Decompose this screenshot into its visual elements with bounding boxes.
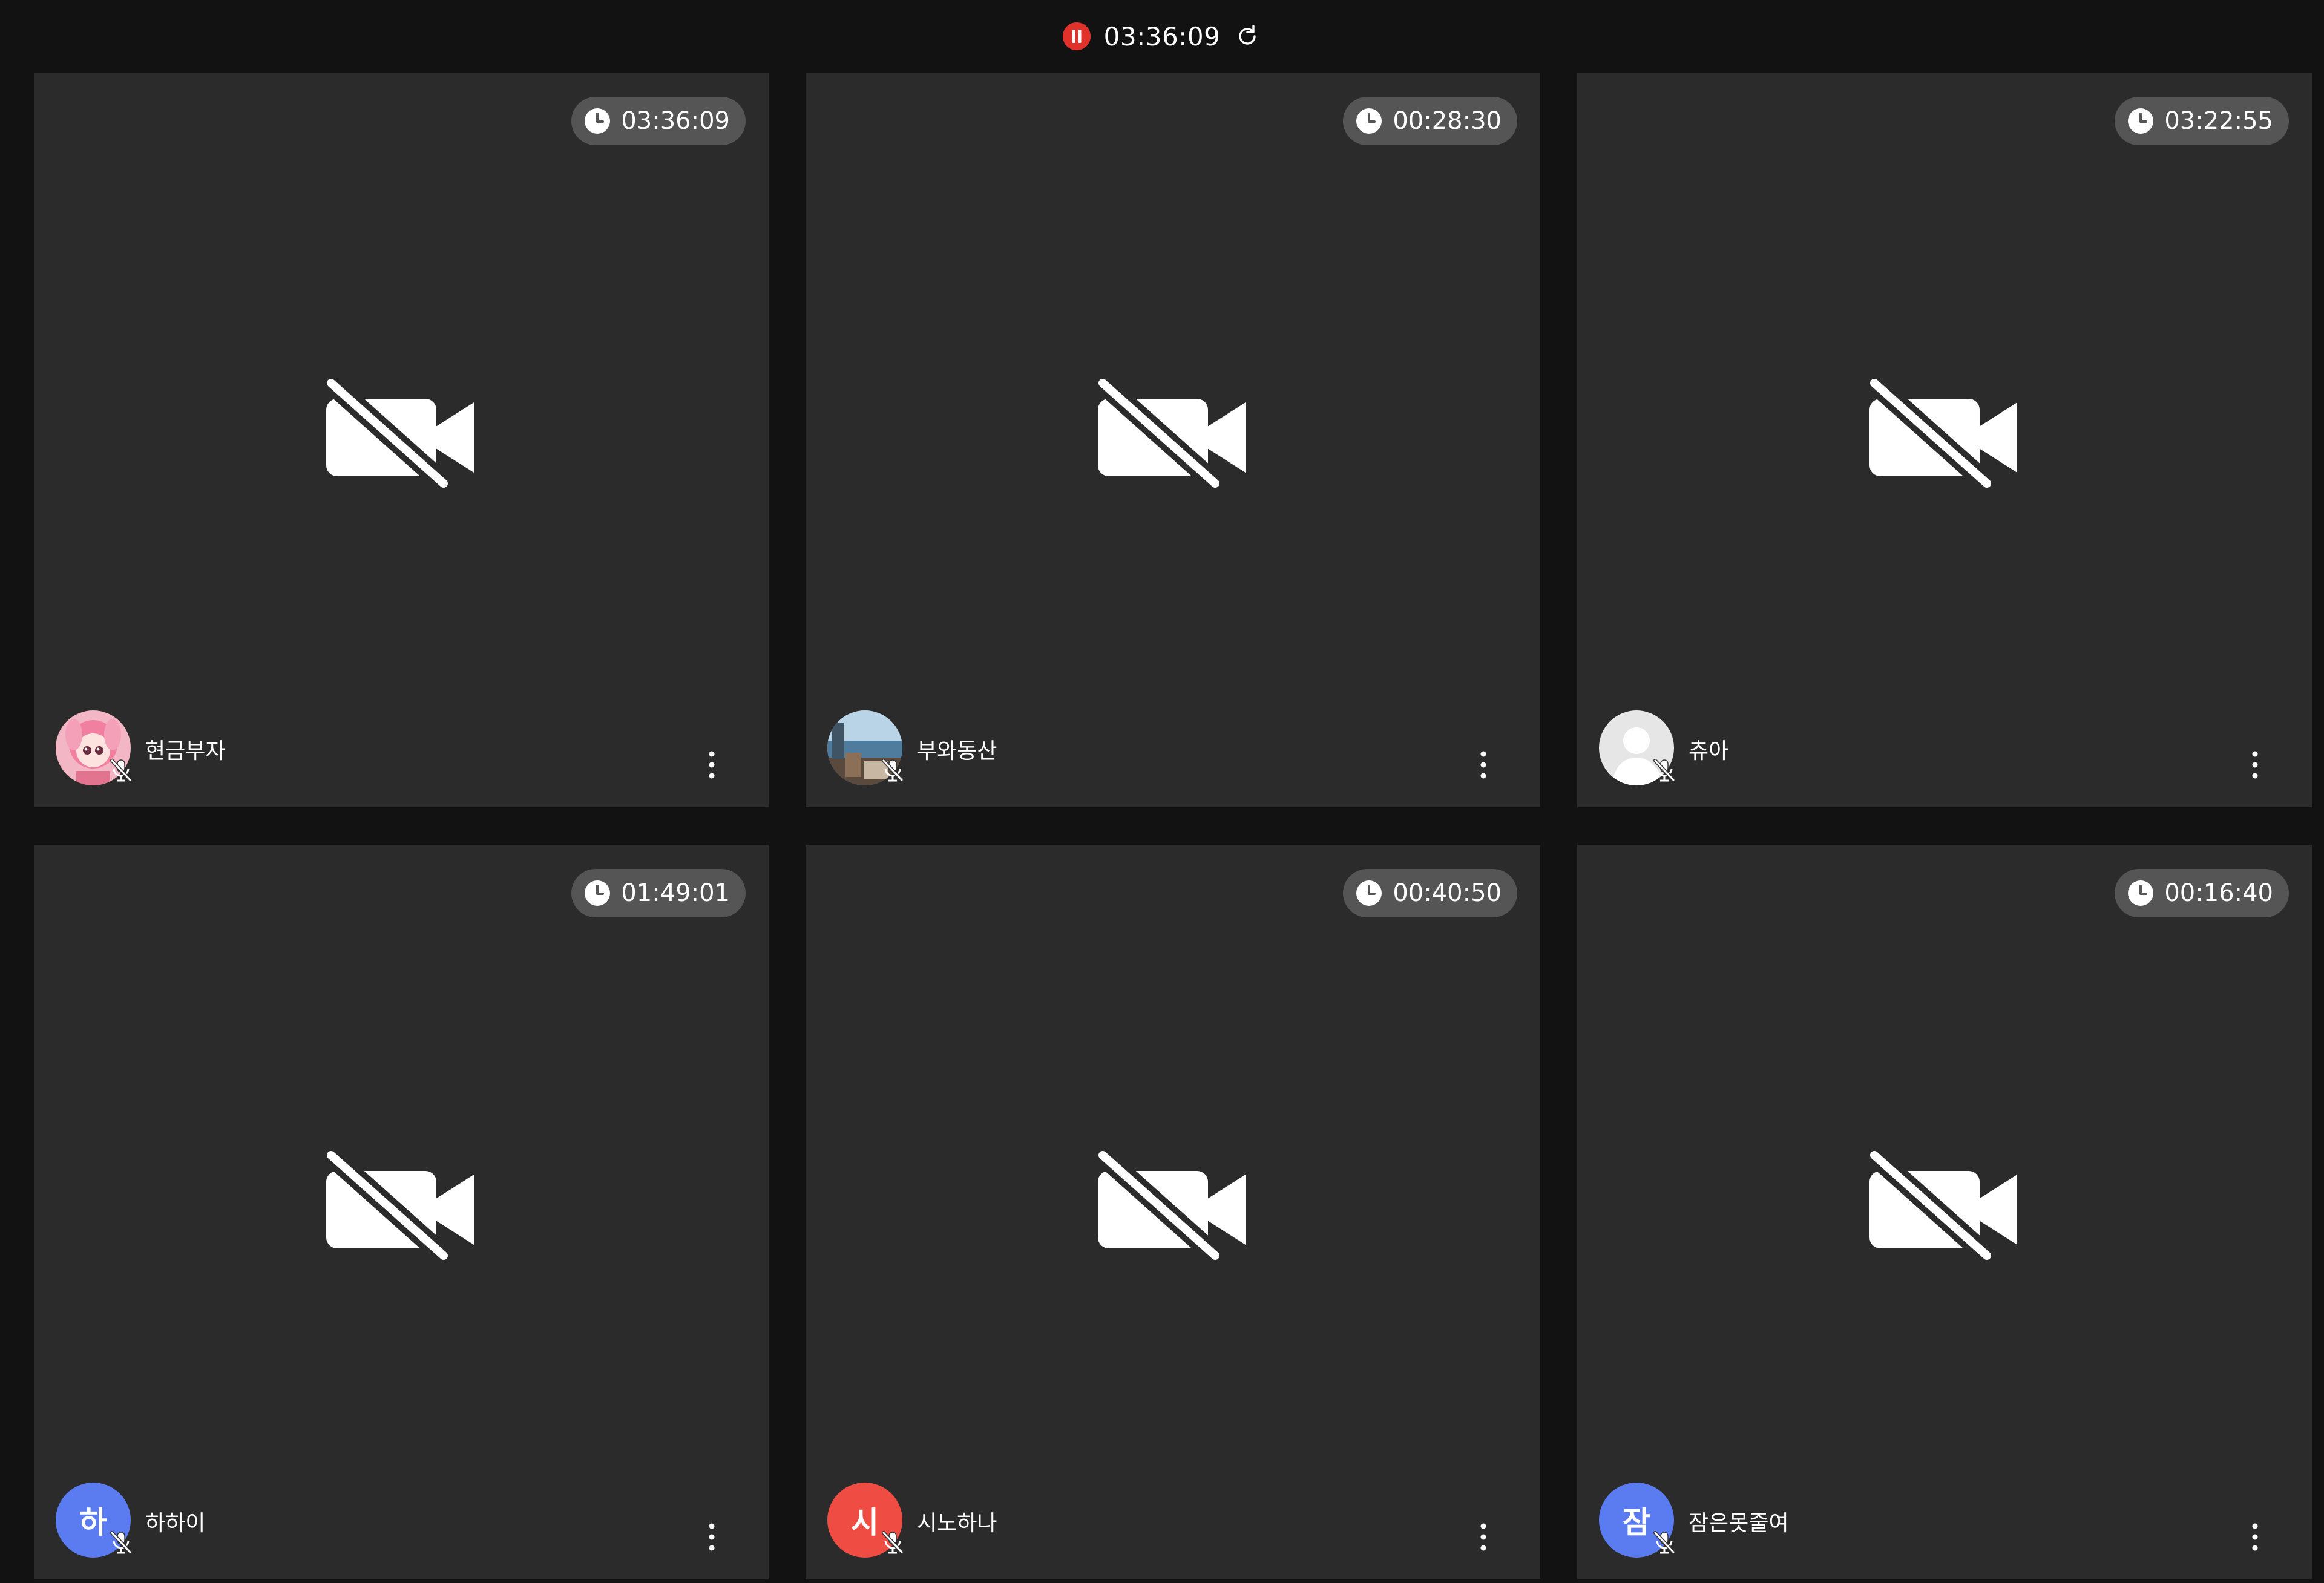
mic-off-icon	[879, 1529, 906, 1555]
avatar-initial: 하	[79, 1505, 107, 1540]
clock-icon	[583, 107, 611, 135]
participant-tile[interactable]: 00:40:50 시 시노하나	[806, 845, 1540, 1579]
clock-icon	[583, 879, 611, 907]
more-vertical-icon[interactable]	[1477, 1519, 1489, 1555]
clock-icon	[1355, 879, 1383, 907]
participant-name: 부와동산	[917, 739, 997, 764]
participant-timer: 00:40:50	[1343, 869, 1517, 917]
more-vertical-icon[interactable]	[2249, 747, 2261, 783]
participant-timer: 03:36:09	[571, 97, 746, 145]
more-vertical-icon[interactable]	[2249, 1519, 2261, 1555]
participant-name: 츄아	[1689, 739, 1729, 764]
clock-icon	[2127, 879, 2155, 907]
participant-tile[interactable]: 00:28:30 부와동산	[806, 73, 1540, 807]
participant-name: 하하이	[145, 1511, 206, 1536]
participant-info: 부와동산	[827, 710, 1518, 785]
participant-name: 시노하나	[917, 1511, 997, 1536]
session-elapsed-time: 03:36:09	[1103, 21, 1221, 51]
participant-info: 하 하하이	[56, 1483, 747, 1558]
mic-off-icon	[108, 1529, 134, 1555]
participant-tile[interactable]: 01:49:01 하 하하이	[34, 845, 769, 1579]
participant-timer: 00:28:30	[1343, 97, 1517, 145]
participant-timer-text: 01:49:01	[621, 879, 730, 907]
participant-timer-text: 03:22:55	[2164, 107, 2273, 135]
participant-timer: 03:22:55	[2115, 97, 2289, 145]
participant-tile[interactable]: 03:22:55 츄아	[1577, 73, 2312, 807]
session-status-bar: 03:36:09	[0, 0, 2324, 73]
mic-off-icon	[1651, 756, 1678, 783]
video-off-icon	[1866, 1143, 2023, 1264]
mic-off-icon	[1651, 1529, 1678, 1555]
pause-circle-icon[interactable]	[1062, 22, 1091, 50]
participant-timer: 00:16:40	[2115, 869, 2289, 917]
avatar-initial: 잠	[1623, 1505, 1650, 1540]
participant-tile[interactable]: 03:36:09 현금부자	[34, 73, 769, 807]
participant-info: 시 시노하나	[827, 1483, 1518, 1558]
participant-timer-text: 00:40:50	[1393, 879, 1502, 907]
video-off-icon	[323, 1143, 480, 1264]
video-off-icon	[1094, 1143, 1252, 1264]
mic-off-icon	[879, 756, 906, 783]
video-off-icon	[1094, 371, 1252, 492]
participant-info: 츄아	[1599, 710, 2290, 785]
participant-name: 현금부자	[145, 739, 226, 764]
participant-tile[interactable]: 00:16:40 잠 잠은못줄여	[1577, 845, 2312, 1579]
clock-icon	[2127, 107, 2155, 135]
refresh-icon[interactable]	[1233, 22, 1261, 50]
video-off-icon	[1866, 371, 2023, 492]
participant-timer-text: 03:36:09	[621, 107, 730, 135]
avatar-initial: 시	[851, 1505, 879, 1540]
participant-timer: 01:49:01	[571, 869, 746, 917]
more-vertical-icon[interactable]	[706, 1519, 718, 1555]
clock-icon	[1355, 107, 1383, 135]
video-off-icon	[323, 371, 480, 492]
participant-timer-text: 00:16:40	[2164, 879, 2273, 907]
more-vertical-icon[interactable]	[1477, 747, 1489, 783]
participant-name: 잠은못줄여	[1689, 1511, 1789, 1536]
participant-info: 잠 잠은못줄여	[1599, 1483, 2290, 1558]
participant-info: 현금부자	[56, 710, 747, 785]
participant-timer-text: 00:28:30	[1393, 107, 1502, 135]
more-vertical-icon[interactable]	[706, 747, 718, 783]
mic-off-icon	[108, 756, 134, 783]
